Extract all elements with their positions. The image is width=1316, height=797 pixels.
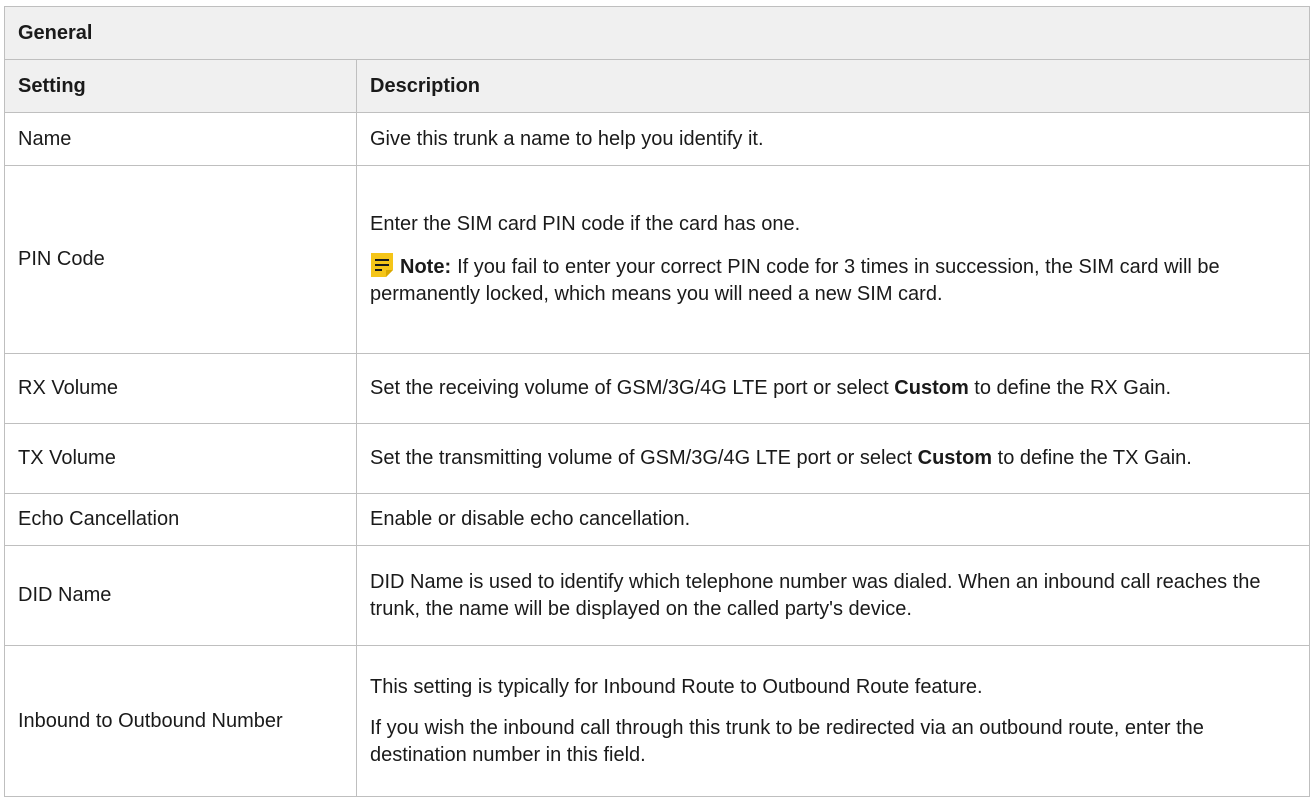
table-row: PIN Code Enter the SIM card PIN code if … bbox=[4, 165, 1311, 354]
setting-name-cell: Name bbox=[4, 112, 357, 166]
note-icon bbox=[371, 253, 393, 277]
table-row: Inbound to Outbound Number This setting … bbox=[4, 645, 1311, 797]
description-text: to define the RX Gain. bbox=[968, 377, 1172, 399]
table-row: DID Name DID Name is used to identify wh… bbox=[4, 545, 1311, 646]
setting-name-cell: TX Volume bbox=[4, 423, 357, 494]
note-label: Note: bbox=[400, 256, 452, 278]
table-row: TX Volume Set the transmitting volume of… bbox=[4, 423, 1311, 494]
description-text: to define the TX Gain. bbox=[992, 447, 1192, 469]
description-text: This setting is typically for Inbound Ro… bbox=[370, 675, 983, 698]
description-cell: Give this trunk a name to help you ident… bbox=[355, 112, 1311, 166]
column-header-description: Description bbox=[355, 59, 1311, 113]
description-text: Set the receiving volume of GSM/3G/4G LT… bbox=[370, 377, 895, 399]
setting-name-cell: DID Name bbox=[4, 545, 357, 646]
description-cell: Set the transmitting volume of GSM/3G/4G… bbox=[355, 423, 1311, 494]
description-cell: Enter the SIM card PIN code if the card … bbox=[355, 165, 1311, 354]
setting-name-cell: Inbound to Outbound Number bbox=[4, 645, 357, 797]
description-cell: This setting is typically for Inbound Ro… bbox=[355, 645, 1311, 797]
setting-name-cell: Echo Cancellation bbox=[4, 493, 357, 546]
table-row: Echo Cancellation Enable or disable echo… bbox=[4, 493, 1311, 546]
column-header-row: Setting Description bbox=[4, 59, 1311, 113]
description-cell: DID Name is used to identify which telep… bbox=[355, 545, 1311, 646]
section-title: General bbox=[3, 6, 1311, 60]
setting-name-cell: RX Volume bbox=[4, 353, 357, 424]
description-cell: Enable or disable echo cancellation. bbox=[355, 493, 1311, 546]
description-text: Set the transmitting volume of GSM/3G/4G… bbox=[370, 447, 918, 469]
settings-table: General Setting Description Name Give th… bbox=[3, 6, 1311, 797]
table-row: RX Volume Set the receiving volume of GS… bbox=[4, 353, 1311, 424]
setting-name-cell: PIN Code bbox=[4, 165, 357, 354]
note-block: Note: If you fail to enter your correct P… bbox=[370, 252, 1299, 308]
section-header-row: General bbox=[3, 6, 1311, 60]
table-row: Name Give this trunk a name to help you … bbox=[4, 112, 1311, 166]
note-text: If you fail to enter your correct PIN co… bbox=[370, 256, 1220, 305]
document-page: General Setting Description Name Give th… bbox=[0, 0, 1316, 797]
custom-keyword: Custom bbox=[917, 447, 993, 469]
description-cell: Set the receiving volume of GSM/3G/4G LT… bbox=[355, 353, 1311, 424]
description-text: Enter the SIM card PIN code if the card … bbox=[370, 213, 801, 235]
column-header-setting: Setting bbox=[4, 59, 357, 113]
description-text: If you wish the inbound call through thi… bbox=[370, 716, 1204, 766]
custom-keyword: Custom bbox=[894, 377, 969, 399]
